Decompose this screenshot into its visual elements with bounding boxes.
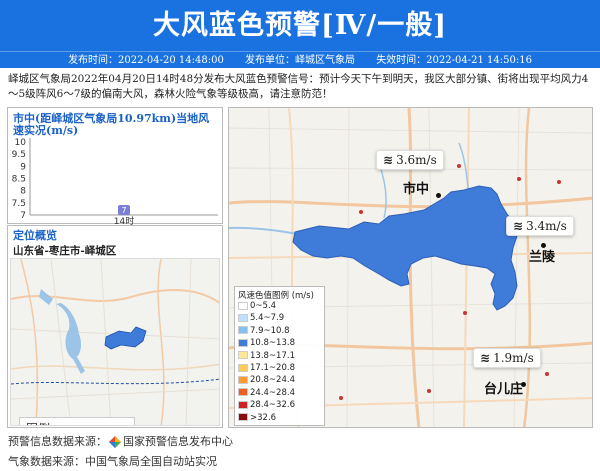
y-tick-label: 9.5 (12, 150, 26, 160)
wind-icon: ≋ (513, 219, 524, 233)
color-legend-label: 24.4~28.4 (250, 387, 295, 398)
wind-value: 1.9m/s (493, 351, 534, 365)
color-legend-item: 20.8~24.4 (238, 375, 295, 386)
color-swatch (238, 351, 248, 360)
overview-map[interactable]: 图例 国界 省界 (10, 258, 220, 426)
wind-panel-title: 市中(距峄城区气象局10.97km)当地风速实况(m/s) (13, 112, 210, 137)
y-tick-label: 10 (15, 138, 27, 148)
wind-value: 3.6m/s (396, 153, 437, 167)
color-swatch (238, 301, 248, 310)
weather-source-value: 中国气象局全国自动站实况 (85, 455, 217, 468)
color-swatch (238, 388, 248, 397)
wind-value: 3.4m/s (526, 219, 567, 233)
warning-source-value: 国家预警信息发布中心 (123, 435, 233, 448)
color-legend-title: 风速色值图例 (m/s) (238, 291, 314, 301)
town-label-shizhong: 市中 (403, 182, 430, 197)
color-swatch (238, 326, 248, 335)
location-title: 定位概览 (13, 229, 57, 242)
y-tick-label: 7 (20, 211, 26, 221)
color-swatch (238, 413, 248, 422)
color-legend-item: 7.9~10.8 (238, 326, 290, 337)
color-legend-label: 20.8~24.4 (250, 375, 295, 386)
color-swatch (238, 400, 248, 409)
y-tick-label: 7.5 (12, 199, 26, 209)
town-marker (436, 193, 441, 198)
town-label-taierzhuang: 台儿庄 (484, 382, 524, 397)
x-tick-label: 14时 (114, 215, 134, 225)
color-legend-item: 17.1~20.8 (238, 363, 295, 374)
color-legend-item: 13.8~17.1 (238, 351, 295, 362)
color-legend-label: 7.9~10.8 (250, 325, 290, 336)
warning-center-logo (109, 436, 121, 448)
wind-label-taierzhuang[interactable]: ≋ 1.9m/s (473, 348, 541, 368)
map-legend: 图例 国界 省界 (19, 417, 135, 425)
color-legend-item: 24.4~28.4 (238, 388, 295, 399)
location-panel: 定位概览 山东省-枣庄市-峄城区 图例 国界 省界 (7, 225, 223, 428)
wind-speed-panel: 7 7.5 8 8.5 9 9.5 10 7 14时 市中(距峄城区气象局10.97km)当地风… (7, 107, 223, 225)
publisher: 发布单位：峄城区气象局 (245, 55, 355, 66)
wind-label-lanling[interactable]: ≋ 3.4m/s (506, 216, 574, 236)
color-legend-label: 13.8~17.1 (250, 350, 295, 361)
warning-source-label: 预警信息数据来源： (8, 435, 107, 448)
color-legend-label: 28.4~32.6 (250, 400, 295, 411)
warning-title: 大风蓝色预警[Ⅳ/一般] (0, 0, 600, 51)
color-legend-item: 0~5.4 (238, 301, 276, 312)
bar-data-label: 7 (121, 206, 126, 215)
color-legend-label: 10.8~13.8 (250, 338, 295, 349)
town-label-lanling: 兰陵 (529, 250, 556, 265)
color-legend-item: 5.4~7.9 (238, 313, 284, 324)
y-tick-label: 9 (20, 162, 26, 172)
legend-title: 图例 (26, 420, 50, 425)
weather-data-source: 气象数据来源：中国气象局全国自动站实况 (8, 453, 217, 469)
publish-time: 发布时间：2022-04-20 14:48:00 (68, 55, 224, 66)
location-subtitle: 山东省-枣庄市-峄城区 (13, 245, 117, 257)
warning-meta-bar: 发布时间：2022-04-20 14:48:00 发布单位：峄城区气象局 失效时… (0, 51, 600, 68)
overview-map-canvas (11, 259, 219, 425)
color-swatch (238, 338, 248, 347)
color-legend-label: 17.1~20.8 (250, 363, 295, 373)
color-legend-label: 5.4~7.9 (250, 313, 285, 324)
wind-icon: ≋ (480, 351, 491, 365)
y-tick-label: 8 (20, 187, 26, 197)
color-legend-label: >32.6 (250, 412, 277, 423)
warning-data-source: 预警信息数据来源： 国家预警信息发布中心 (8, 433, 233, 449)
expire-time: 失效时间：2022-04-21 14:50:16 (376, 55, 532, 66)
color-swatch (238, 313, 248, 322)
y-tick-label: 8.5 (12, 175, 26, 185)
wind-icon: ≋ (383, 153, 394, 167)
wind-label-shizhong[interactable]: ≋ 3.6m/s (376, 150, 444, 170)
town-marker (541, 243, 546, 248)
town-marker (521, 382, 526, 387)
color-swatch (238, 375, 248, 384)
weather-source-label: 气象数据来源： (8, 455, 85, 468)
color-legend-item: 28.4~32.6 (238, 400, 295, 411)
color-swatch (238, 363, 248, 372)
wind-speed-color-legend: 风速色值图例 (m/s) 0~5.4 5.4~7.9 7.9~10.8 10.8~13… (234, 286, 325, 426)
warning-description: 峄城区气象局2022年04月20日14时48分发布大风蓝色预警信号：预计今天下午… (8, 73, 589, 100)
color-legend-item: 10.8~13.8 (238, 338, 295, 349)
color-legend-item: >32.6 (238, 413, 276, 424)
wind-map[interactable]: ≋ 3.6m/s 市中 ≋ 3.4m/s 兰陵 ≋ 1.9m/s 台儿庄 风速色值图例… (228, 107, 593, 428)
color-legend-label: 0~5.4 (250, 301, 277, 311)
